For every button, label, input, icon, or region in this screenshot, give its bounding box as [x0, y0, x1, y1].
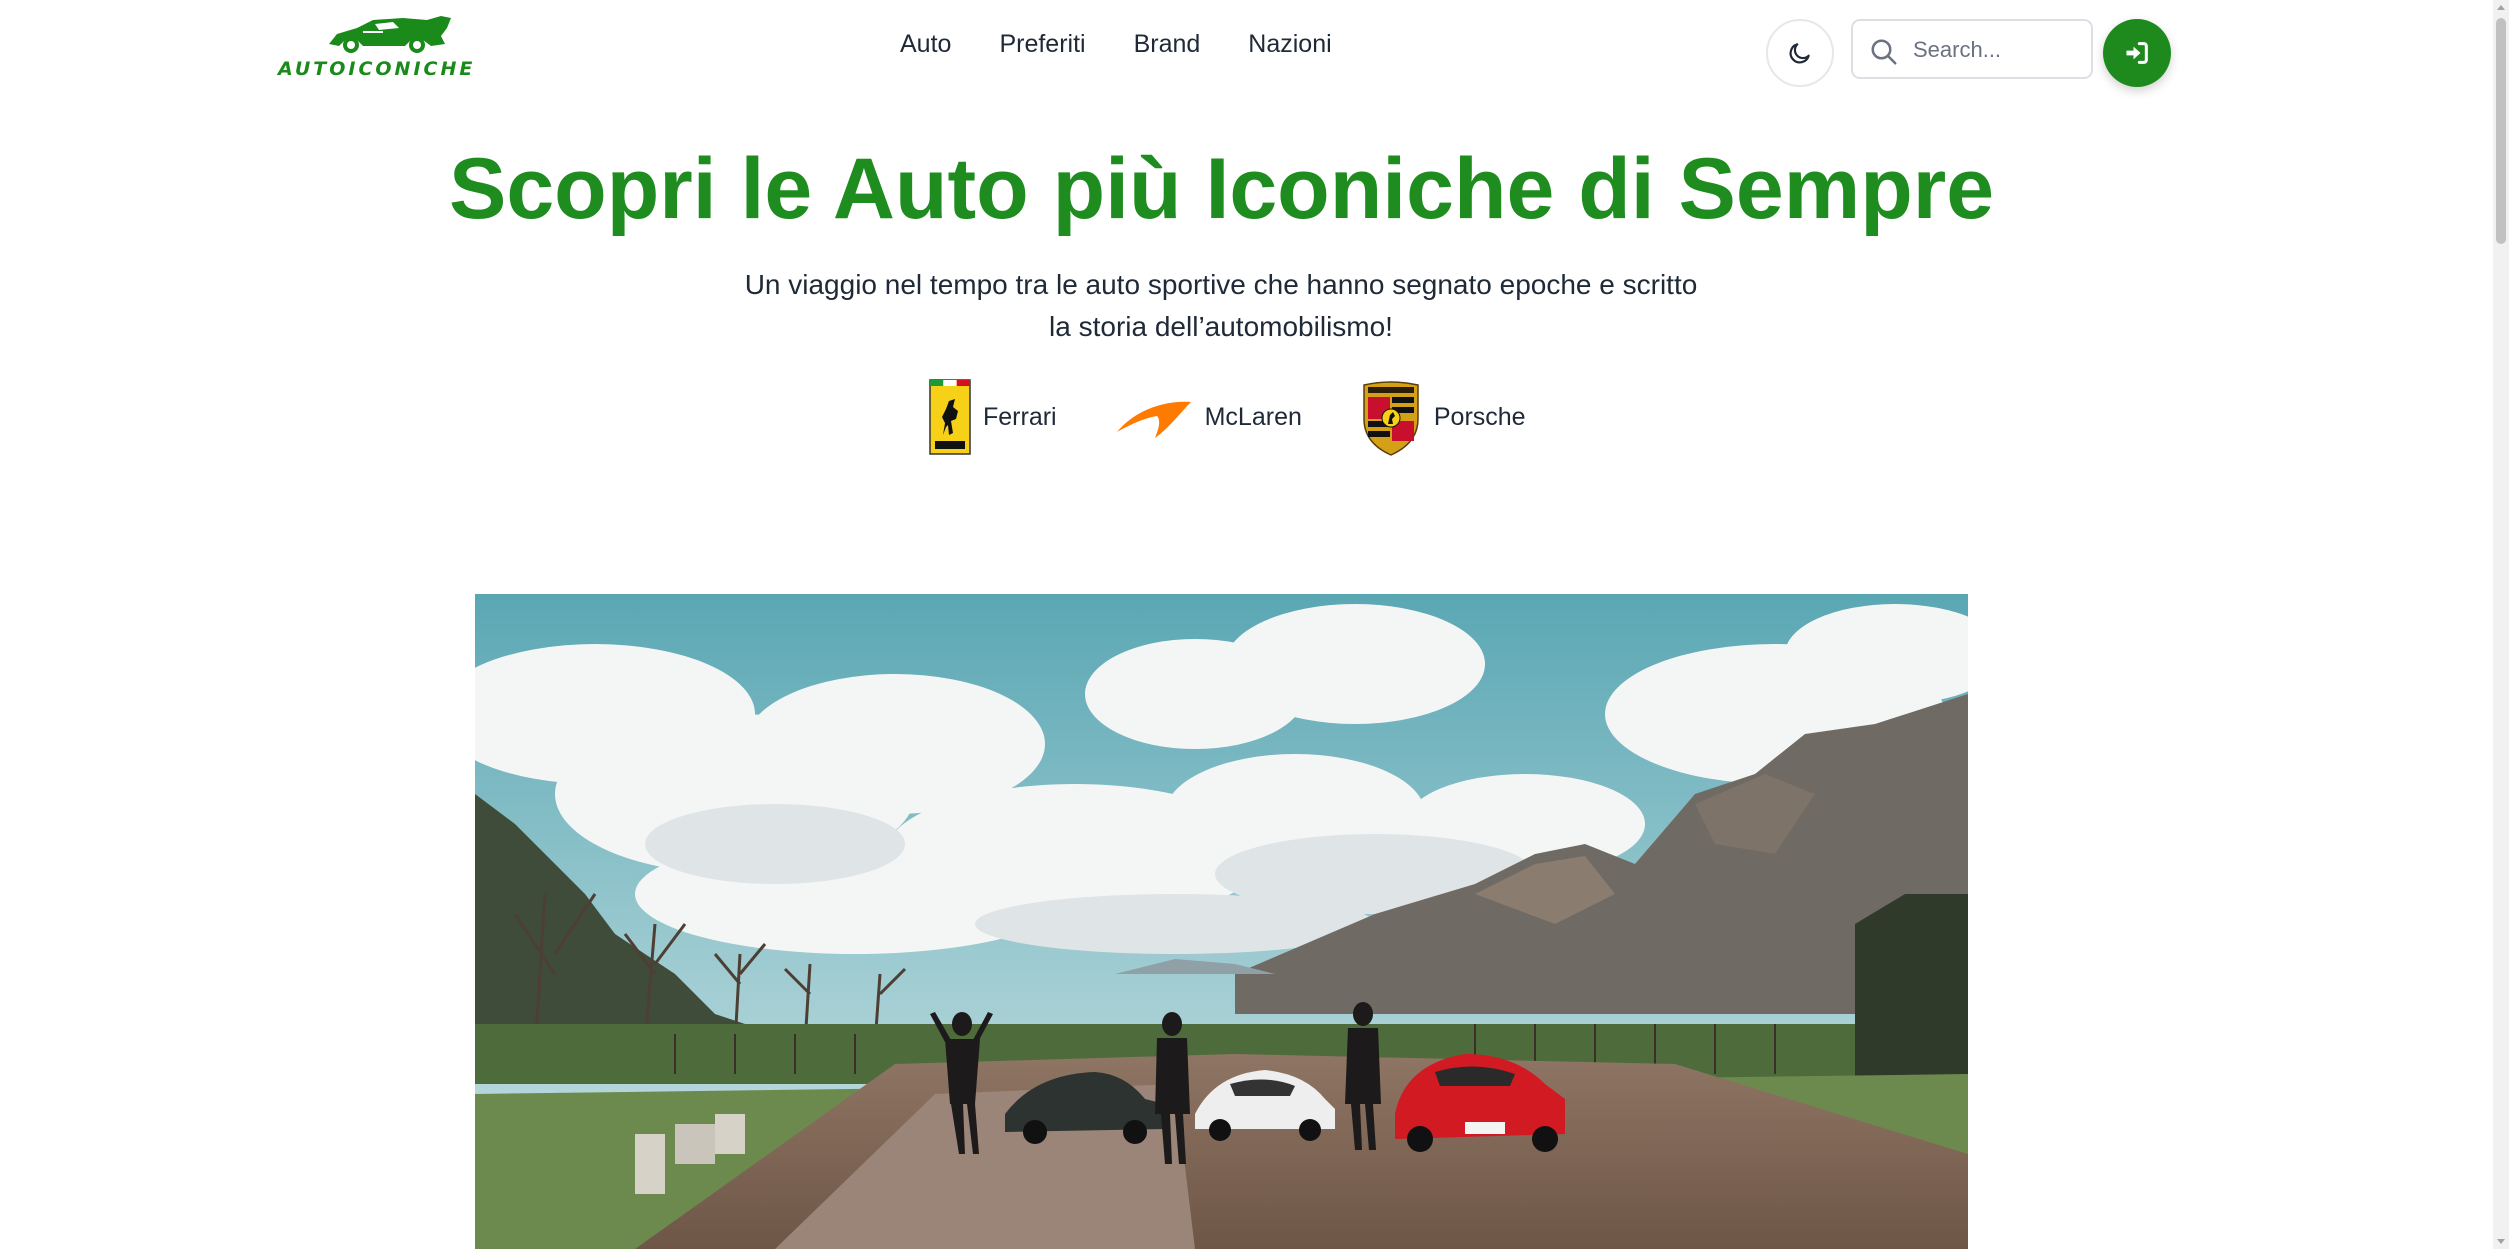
login-button[interactable] [2103, 19, 2171, 87]
hero-photo [475, 594, 1968, 1249]
ferrari-logo [929, 379, 971, 455]
mclaren-logo [1116, 401, 1191, 438]
moon-icon [1789, 43, 1810, 64]
nav-item-preferiti[interactable]: Preferiti [999, 30, 1085, 59]
logo-text: AUTOICONICHE [278, 58, 476, 80]
brand-label: Ferrari [983, 402, 1057, 431]
page-scrollbar[interactable] [2493, 0, 2509, 1249]
brand-label: McLaren [1204, 402, 1302, 431]
theme-toggle-button[interactable] [1766, 19, 1834, 87]
scrollbar-thumb[interactable] [2496, 18, 2506, 244]
main-nav: Auto Preferiti Brand Nazioni [900, 30, 1332, 59]
landscape-cars-image [475, 594, 1968, 1249]
nav-item-nazioni[interactable]: Nazioni [1248, 30, 1331, 59]
search-icon [1871, 39, 1897, 65]
brand-item-porsche[interactable]: Porsche [1360, 377, 1526, 457]
site-logo[interactable]: AUTOICONICHE [278, 14, 478, 80]
brand-label: Porsche [1433, 402, 1526, 431]
race-car-icon [329, 16, 451, 53]
brand-item-mclaren[interactable]: McLaren [1115, 392, 1302, 442]
hero-subtitle-line2: la storia dell’automobilismo! [1049, 311, 1393, 342]
scroll-up-arrow-icon[interactable] [2493, 0, 2509, 16]
brand-item-ferrari[interactable]: Ferrari [929, 379, 1057, 455]
sign-in-icon [2126, 42, 2148, 64]
porsche-logo [1363, 381, 1419, 456]
scroll-down-arrow-icon[interactable] [2493, 1233, 2509, 1249]
search-input[interactable] [1913, 31, 2083, 69]
hero-title: Scopri le Auto più Iconiche di Sempre [448, 141, 1995, 237]
brand-list: Ferrari McLaren Porsche [929, 376, 1584, 458]
nav-item-auto[interactable]: Auto [900, 30, 951, 59]
site-header: AUTOICONICHE Auto Preferiti Brand Nazion… [0, 0, 2493, 104]
search-box [1851, 19, 2093, 79]
nav-item-brand[interactable]: Brand [1134, 30, 1201, 59]
hero-subtitle: Un viaggio nel tempo tra le auto sportiv… [740, 264, 1702, 348]
hero-subtitle-line1: Un viaggio nel tempo tra le auto sportiv… [744, 269, 1698, 300]
